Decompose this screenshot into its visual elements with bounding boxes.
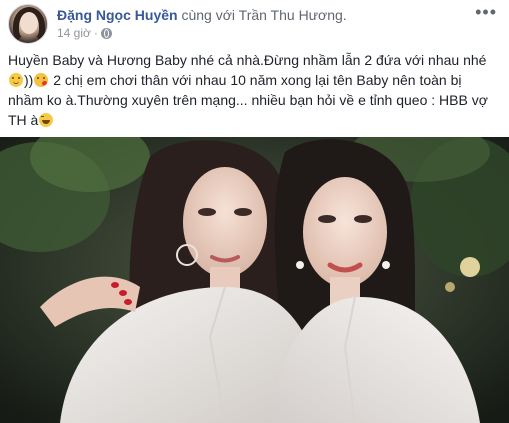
avatar-face-shape	[20, 12, 38, 34]
photo-illustration	[0, 137, 509, 423]
with-text: cùng với	[177, 7, 239, 23]
post-meta: 14 giờ ·	[57, 26, 112, 40]
grinning-squinting-face-icon	[39, 113, 54, 127]
tagged-person-link[interactable]: Trần Thu Hương.	[239, 7, 347, 23]
globe-icon[interactable]	[100, 27, 112, 39]
facebook-post: Đặng Ngọc Huyền cùng với Trần Thu Hương.…	[0, 0, 509, 423]
post-text-part2: ))	[24, 72, 34, 88]
face-blowing-kiss-icon	[34, 73, 49, 87]
post-header: Đặng Ngọc Huyền cùng với Trần Thu Hương.	[57, 6, 347, 24]
slightly-smiling-face-icon	[9, 73, 23, 87]
author-avatar[interactable]	[8, 4, 48, 44]
post-text-part3: 2 chị em chơi thân với nhau 10 năm xong …	[8, 72, 488, 128]
more-horizontal-icon[interactable]: •••	[475, 2, 497, 23]
post-message: Huyền Baby và Hương Baby nhé cả nhà.Đừng…	[8, 50, 500, 130]
author-name-link[interactable]: Đặng Ngọc Huyền	[57, 7, 178, 23]
meta-separator: ·	[93, 26, 98, 40]
post-timestamp-link[interactable]: 14 giờ	[57, 26, 91, 40]
post-text-part1: Huyền Baby và Hương Baby nhé cả nhà.Đừng…	[8, 52, 487, 68]
post-photo[interactable]	[0, 137, 509, 423]
